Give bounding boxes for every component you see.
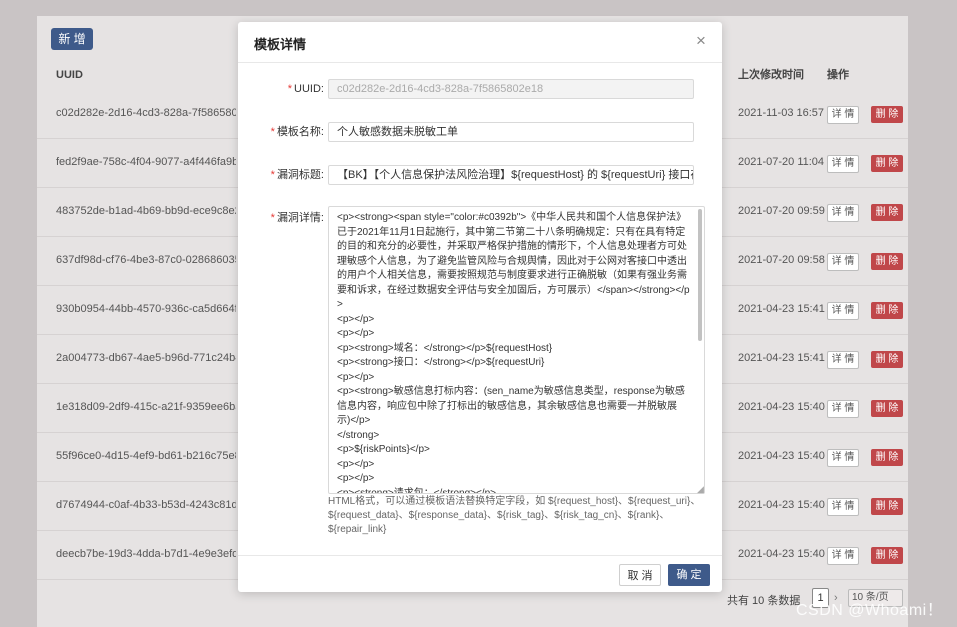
required-mark: *: [270, 126, 275, 138]
row-uuid: 55f96ce0-4d15-4ef9-bd61-b216c75e80: [56, 450, 236, 462]
row-modified-time: 2021-07-20 09:59: [738, 205, 825, 217]
scrollbar-thumb[interactable]: [698, 209, 702, 341]
row-modified-time: 2021-04-23 15:41: [738, 303, 825, 315]
textarea-line: <p></p>: [337, 328, 375, 339]
uuid-label: * UUID:: [238, 79, 324, 99]
row-detail-button[interactable]: 详 情: [827, 351, 859, 369]
textarea-line: <p></p>: [337, 371, 375, 383]
row-uuid: c02d282e-2d16-4cd3-828a-7f5865802: [56, 107, 236, 119]
row-detail-button[interactable]: 详 情: [827, 155, 859, 173]
row-delete-button[interactable]: 删 除: [871, 106, 903, 123]
textarea-line: <p><strong>请求包：</strong></p>: [337, 487, 496, 494]
confirm-button[interactable]: 确 定: [668, 564, 710, 586]
cancel-button[interactable]: 取 消: [619, 564, 661, 586]
row-modified-time: 2021-07-20 09:58: [738, 254, 825, 266]
row-delete-button[interactable]: 删 除: [871, 498, 903, 515]
row-delete-button[interactable]: 删 除: [871, 253, 903, 270]
required-mark: *: [270, 212, 275, 224]
template-name-input[interactable]: 个人敏感数据未脱敏工单: [328, 122, 694, 142]
row-delete-button[interactable]: 删 除: [871, 351, 903, 368]
row-uuid: deecb7be-19d3-4dda-b7d1-4e9e3efd5: [56, 548, 236, 560]
vuln-detail-textarea[interactable]: <p><strong><span style="color:#c0392b">《…: [328, 206, 705, 494]
header-divider: [238, 62, 722, 63]
textarea-line: <p></p>: [337, 458, 375, 470]
textarea-line: <p></p>: [337, 473, 375, 484]
row-delete-button[interactable]: 删 除: [871, 449, 903, 466]
textarea-line: <p><strong>域名：</strong></p>${requestHost…: [337, 342, 553, 354]
vuln-title-label: * 漏洞标题:: [238, 165, 324, 185]
row-detail-button[interactable]: 详 情: [827, 204, 859, 222]
row-uuid: 637df98d-cf76-4be3-87c0-0286860356: [56, 254, 236, 266]
row-detail-button[interactable]: 详 情: [827, 106, 859, 124]
row-modified-time: 2021-04-23 15:41: [738, 352, 825, 364]
format-hint: HTML格式，可以通过模板语法替换特定字段，如 ${request_host}、…: [328, 496, 701, 535]
template-detail-modal: 模板详情 × * UUID: c02d282e-2d16-4cd3-828a-7f…: [238, 22, 722, 592]
row-modified-time: 2021-04-23 15:40: [738, 499, 825, 511]
uuid-label-text: UUID:: [294, 83, 324, 95]
textarea-line: <p><strong><span style="color:#c0392b">《…: [337, 212, 690, 310]
row-modified-time: 2021-04-23 15:40: [738, 450, 825, 462]
row-uuid: fed2f9ae-758c-4f04-9077-a4f446fa9b9: [56, 156, 236, 168]
column-header-modified: 上次修改时间: [738, 69, 804, 81]
required-mark: *: [287, 83, 293, 95]
textarea-line: <p><strong>敏感信息打标内容：(sen_name为敏感信息类型，res…: [337, 386, 685, 426]
textarea-line: </strong>: [337, 429, 380, 441]
row-uuid: 2a004773-db67-4ae5-b96d-771c24b4b: [56, 352, 236, 364]
row-delete-button[interactable]: 删 除: [871, 400, 903, 417]
row-delete-button[interactable]: 删 除: [871, 547, 903, 564]
row-modified-time: 2021-07-20 11:04: [738, 156, 825, 168]
template-name-label: * 模板名称:: [238, 122, 324, 142]
footer-divider: [238, 555, 722, 556]
modal-title: 模板详情: [254, 37, 307, 52]
row-delete-button[interactable]: 删 除: [871, 155, 903, 172]
textarea-line: <p></p>: [337, 313, 375, 325]
uuid-field[interactable]: c02d282e-2d16-4cd3-828a-7f5865802e18: [328, 79, 694, 99]
required-mark: *: [270, 169, 275, 181]
row-detail-button[interactable]: 详 情: [827, 547, 859, 565]
row-delete-button[interactable]: 删 除: [871, 302, 903, 319]
textarea-line: <p>${riskPoints}</p>: [337, 444, 430, 455]
resize-handle-icon[interactable]: ◢: [697, 484, 704, 495]
row-uuid: 1e318d09-2df9-415c-a21f-9359ee6ba6: [56, 401, 236, 413]
close-icon[interactable]: ×: [696, 32, 706, 50]
row-modified-time: 2021-04-23 15:40: [738, 401, 825, 413]
column-header-actions: 操作: [827, 69, 849, 81]
row-detail-button[interactable]: 详 情: [827, 400, 859, 418]
watermark: CSDN @Whoami！: [796, 602, 944, 619]
row-modified-time: 2021-11-03 16:57: [738, 107, 825, 119]
row-delete-button[interactable]: 删 除: [871, 204, 903, 221]
row-detail-button[interactable]: 详 情: [827, 302, 859, 320]
vuln-title-label-text: 漏洞标题:: [276, 169, 324, 181]
row-detail-button[interactable]: 详 情: [827, 449, 859, 467]
row-detail-button[interactable]: 详 情: [827, 253, 859, 271]
row-uuid: 930b0954-44bb-4570-936c-ca5d664f7: [56, 303, 236, 315]
vuln-detail-label-text: 漏洞详情:: [276, 212, 324, 224]
vuln-detail-label: * 漏洞详情:: [238, 208, 324, 228]
textarea-scrollbar[interactable]: [696, 207, 704, 493]
total-count: 共有 10 条数据: [727, 595, 801, 607]
column-header-uuid: UUID: [56, 69, 83, 81]
row-uuid: 483752de-b1ad-4b69-bb9d-ece9c8e28: [56, 205, 236, 217]
row-modified-time: 2021-04-23 15:40: [738, 548, 825, 560]
textarea-line: <p><strong>接口：</strong></p>${requestUri}: [337, 357, 545, 368]
template-name-label-text: 模板名称:: [276, 126, 324, 138]
row-detail-button[interactable]: 详 情: [827, 498, 859, 516]
vuln-title-input[interactable]: 【BK】【个人信息保护法风险治理】${requestHost} 的 ${requ…: [328, 165, 694, 185]
row-uuid: d7674944-c0af-4b33-b53d-4243c81dc: [56, 499, 236, 511]
add-button[interactable]: 新 增: [51, 28, 93, 50]
